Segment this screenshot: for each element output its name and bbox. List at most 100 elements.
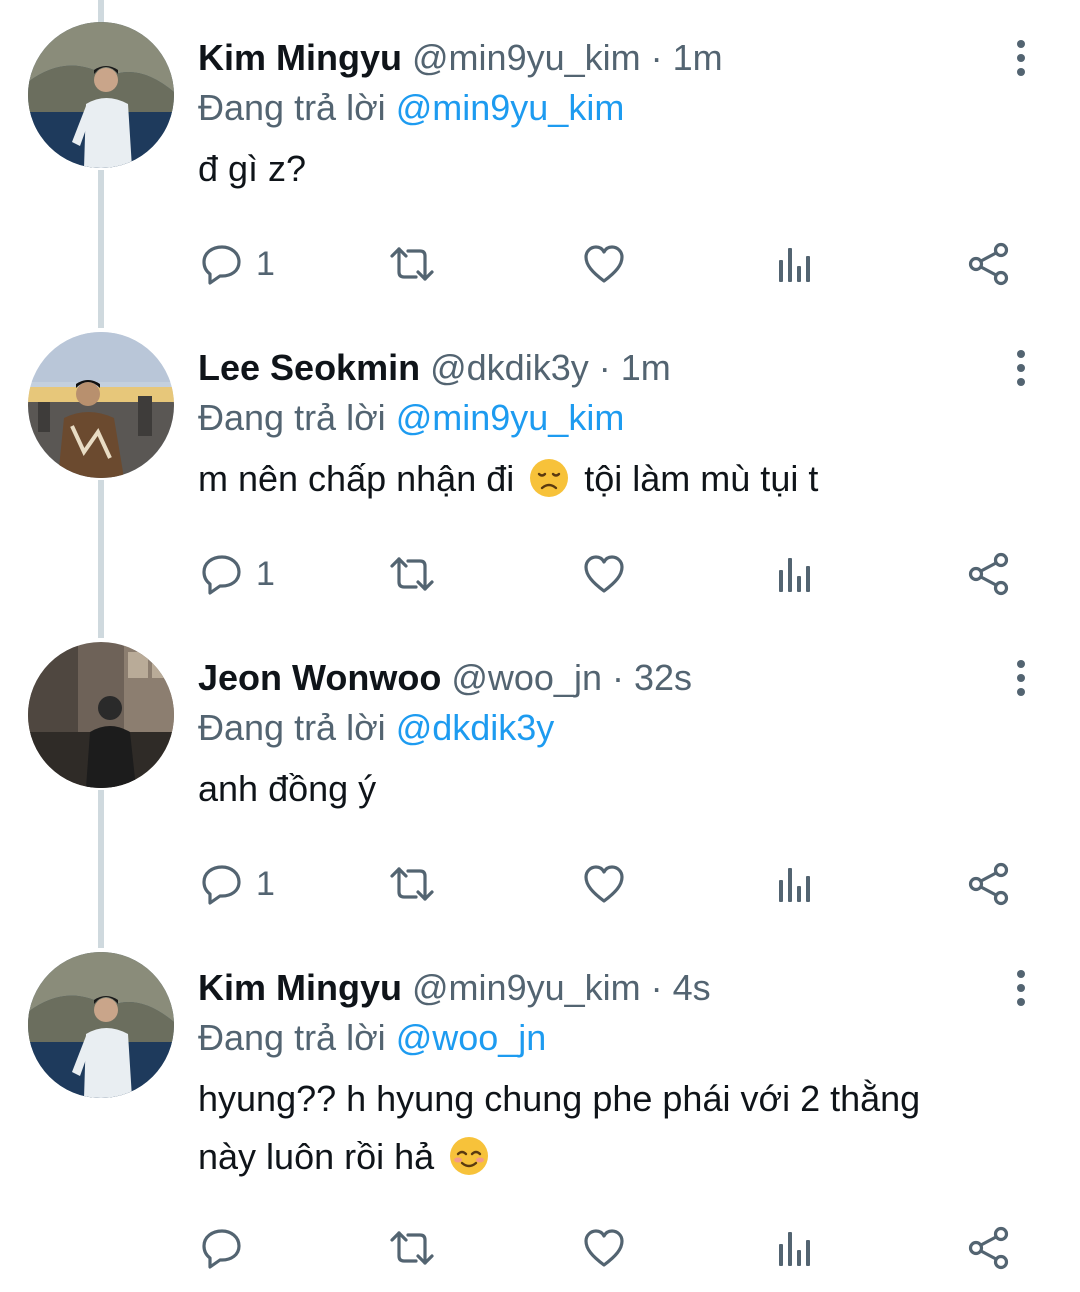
tweet[interactable]: Lee Seokmin @dkdik3y · 1m Đang trả lời @… — [0, 310, 1080, 620]
retweet-icon — [390, 557, 434, 591]
reply-icon — [202, 865, 241, 905]
tweet[interactable]: Jeon Wonwoo @woo_jn · 32s Đang trả lời @… — [0, 620, 1080, 930]
tweet-text: hyung?? h hyung chung phe phái với 2 thằ… — [198, 1070, 1038, 1186]
user-handle[interactable]: @min9yu_kim — [412, 967, 641, 1008]
display-name[interactable]: Jeon Wonwoo — [198, 657, 441, 698]
retweet-icon — [390, 247, 434, 281]
share-button[interactable] — [966, 854, 1012, 914]
share-icon — [968, 242, 1009, 286]
reply-icon — [202, 245, 241, 285]
retweet-icon — [390, 1231, 434, 1265]
timestamp[interactable]: 4s — [673, 967, 711, 1008]
retweet-icon — [390, 867, 434, 901]
relieved-smiling-face-emoji — [450, 1137, 489, 1175]
reply-count: 1 — [256, 554, 275, 593]
tweet-text-part: m nên chấp nhận đi — [198, 458, 515, 499]
like-icon — [584, 1229, 624, 1267]
share-button[interactable] — [966, 234, 1012, 294]
replying-to: Đang trả lời @woo_jn — [198, 1014, 546, 1062]
views-button[interactable] — [776, 1218, 816, 1278]
display-name[interactable]: Kim Mingyu — [198, 37, 402, 78]
tweet-text: anh đồng ý — [198, 760, 1038, 818]
replying-to: Đang trả lời @min9yu_kim — [198, 84, 624, 132]
display-name[interactable]: Kim Mingyu — [198, 967, 402, 1008]
tweet-header: Jeon Wonwoo @woo_jn · 32s — [198, 654, 692, 702]
views-icon — [779, 248, 810, 282]
separator: · — [612, 657, 624, 698]
retweet-button[interactable] — [388, 544, 436, 604]
reply-icon — [202, 555, 241, 595]
retweet-button[interactable] — [388, 234, 436, 294]
replying-to-label: Đang trả lời — [198, 87, 386, 128]
views-button[interactable] — [776, 234, 816, 294]
separator: · — [650, 37, 663, 78]
share-icon — [968, 862, 1009, 906]
tweet-header: Kim Mingyu @min9yu_kim · 4s — [198, 964, 711, 1012]
like-icon — [584, 245, 624, 283]
views-icon — [779, 868, 810, 902]
tweet-text-part: đ gì z? — [198, 148, 307, 189]
timestamp[interactable]: 1m — [621, 347, 671, 388]
replying-to: Đang trả lời @min9yu_kim — [198, 394, 624, 442]
timestamp[interactable]: 32s — [634, 657, 692, 698]
share-icon — [968, 552, 1009, 596]
replying-to: Đang trả lời @dkdik3y — [198, 704, 554, 752]
timestamp[interactable]: 1m — [673, 37, 723, 78]
like-button[interactable] — [582, 234, 626, 294]
replying-to-label: Đang trả lời — [198, 707, 386, 748]
like-button[interactable] — [582, 854, 626, 914]
retweet-button[interactable] — [388, 854, 436, 914]
user-handle[interactable]: @woo_jn — [451, 657, 602, 698]
tweet-text: m nên chấp nhận đi tội làm mù tụi t — [198, 450, 1038, 508]
share-icon — [968, 1226, 1009, 1270]
like-button[interactable] — [582, 1218, 626, 1278]
user-handle[interactable]: @dkdik3y — [430, 347, 589, 388]
disappointed-face-emoji — [530, 459, 569, 497]
like-icon — [584, 865, 624, 903]
avatar[interactable] — [28, 642, 174, 788]
like-button[interactable] — [582, 544, 626, 604]
reply-mention-link[interactable]: @dkdik3y — [396, 707, 555, 748]
like-icon — [584, 555, 624, 593]
reply-button[interactable] — [200, 1218, 256, 1278]
reply-button[interactable]: 1 — [200, 544, 275, 604]
more-icon[interactable] — [1004, 968, 1038, 1008]
views-button[interactable] — [776, 544, 816, 604]
reply-count: 1 — [256, 864, 275, 903]
more-icon[interactable] — [1004, 658, 1038, 698]
tweet-actions — [0, 1218, 1080, 1278]
more-icon[interactable] — [1004, 38, 1038, 78]
share-button[interactable] — [966, 1218, 1012, 1278]
tweet-text-part: anh đồng ý — [198, 768, 377, 809]
separator: · — [598, 347, 611, 388]
user-handle[interactable]: @min9yu_kim — [412, 37, 641, 78]
retweet-button[interactable] — [388, 1218, 436, 1278]
views-button[interactable] — [776, 854, 816, 914]
more-icon[interactable] — [1004, 348, 1038, 388]
tweet-text-part: này luôn rồi hả — [198, 1136, 435, 1177]
tweet-actions: 1 — [0, 234, 1080, 294]
tweet-header: Kim Mingyu @min9yu_kim · 1m — [198, 34, 723, 82]
reply-mention-link[interactable]: @woo_jn — [396, 1017, 547, 1058]
tweet-header: Lee Seokmin @dkdik3y · 1m — [198, 344, 671, 392]
display-name[interactable]: Lee Seokmin — [198, 347, 420, 388]
reply-count: 1 — [256, 244, 275, 283]
tweet[interactable]: Kim Mingyu @min9yu_kim · 1m Đang trả lời… — [0, 0, 1080, 310]
tweet-actions: 1 — [0, 854, 1080, 914]
avatar[interactable] — [28, 332, 174, 478]
reply-button[interactable]: 1 — [200, 234, 275, 294]
tweet-text-part: tội làm mù tụi t — [584, 458, 819, 499]
tweet-actions: 1 — [0, 544, 1080, 604]
reply-icon — [202, 1229, 241, 1269]
replying-to-label: Đang trả lời — [198, 1017, 386, 1058]
views-icon — [779, 558, 810, 592]
reply-mention-link[interactable]: @min9yu_kim — [396, 397, 625, 438]
share-button[interactable] — [966, 544, 1012, 604]
views-icon — [779, 1232, 810, 1266]
avatar[interactable] — [28, 22, 174, 168]
avatar[interactable] — [28, 952, 174, 1098]
tweet[interactable]: Kim Mingyu @min9yu_kim · 4s Đang trả lời… — [0, 930, 1080, 1292]
reply-button[interactable]: 1 — [200, 854, 275, 914]
tweet-text: đ gì z? — [198, 140, 1038, 198]
reply-mention-link[interactable]: @min9yu_kim — [396, 87, 625, 128]
